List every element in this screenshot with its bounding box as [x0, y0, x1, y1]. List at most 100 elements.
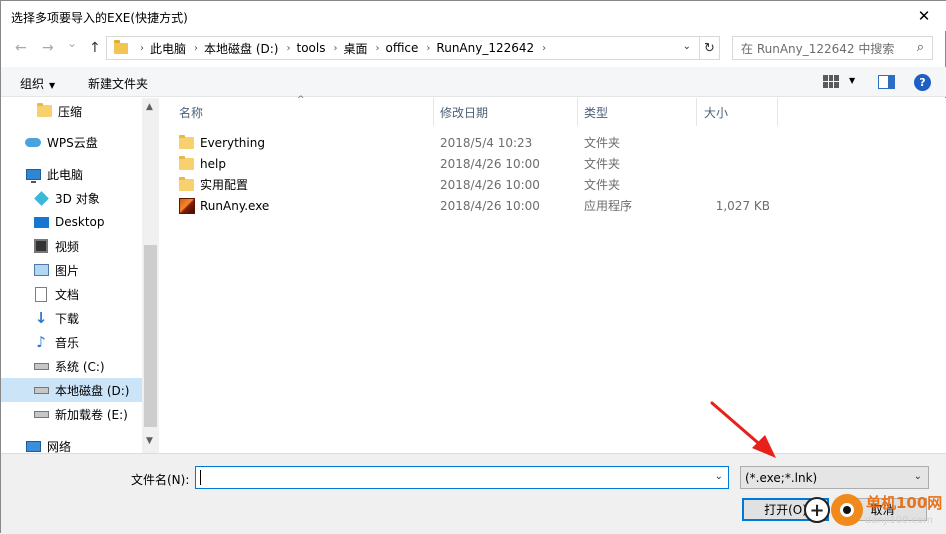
- sidebar-item-drive-e[interactable]: 新加载卷 (E:): [1, 402, 142, 426]
- address-bar[interactable]: › 此电脑 › 本地磁盘 (D:) › tools › 桌面 › office …: [106, 36, 700, 60]
- help-icon[interactable]: ?: [914, 74, 931, 91]
- filename-field[interactable]: ⌄: [195, 466, 729, 489]
- organize-button[interactable]: 组织 ▼: [20, 75, 55, 92]
- new-folder-button[interactable]: 新建文件夹: [88, 75, 148, 92]
- chevron-right-icon[interactable]: ›: [542, 43, 546, 54]
- sidebar-item-label: 网络: [47, 439, 72, 454]
- sidebar-item-desktop[interactable]: Desktop: [1, 210, 142, 234]
- sidebar-item-label: 系统 (C:): [55, 359, 105, 374]
- close-icon[interactable]: ✕: [901, 1, 946, 31]
- chevron-down-icon[interactable]: ⌄: [683, 41, 691, 52]
- disc-logo-icon: [831, 494, 863, 526]
- sidebar-item-videos[interactable]: 视频: [1, 234, 142, 258]
- chevron-right-icon[interactable]: ›: [375, 43, 379, 54]
- site-watermark: + 单机100网 danji100.com: [804, 491, 946, 534]
- sidebar-item-network[interactable]: 网络: [1, 434, 142, 453]
- chevron-down-icon[interactable]: ⌄: [715, 471, 723, 482]
- navigation-pane: 压缩 WPS云盘 此电脑 3D 对象 Desktop 视频 图片 文档 ↓ 下载…: [1, 98, 159, 453]
- breadcrumb-item[interactable]: tools: [296, 41, 325, 55]
- sidebar-item-downloads[interactable]: ↓ 下载: [1, 306, 142, 330]
- preview-pane-icon[interactable]: [878, 75, 895, 89]
- sidebar-item-label: 本地磁盘 (D:): [55, 383, 130, 398]
- chevron-right-icon[interactable]: ›: [286, 43, 290, 54]
- sidebar-item-documents[interactable]: 文档: [1, 282, 142, 306]
- chevron-down-icon: ⌄: [913, 471, 922, 482]
- file-name: RunAny.exe: [200, 198, 270, 213]
- organize-label: 组织: [20, 77, 45, 91]
- text-cursor: [200, 470, 201, 485]
- column-header-size[interactable]: 大小: [697, 98, 778, 126]
- sidebar-item-label: 新加载卷 (E:): [55, 407, 128, 422]
- file-type: 文件夹: [584, 178, 621, 192]
- file-date: 2018/4/26 10:00: [440, 156, 540, 171]
- file-row[interactable]: 实用配置 2018/4/26 10:00 文件夹: [159, 174, 946, 195]
- sidebar-item-label: 下载: [55, 311, 80, 326]
- forward-arrow-icon[interactable]: →: [42, 40, 54, 56]
- chevron-right-icon: ›: [140, 42, 144, 54]
- breadcrumb-item[interactable]: RunAny_122642: [436, 41, 534, 55]
- sidebar-item-label: 压缩: [58, 104, 83, 119]
- file-open-dialog: 选择多项要导入的EXE(快捷方式) ✕ ← → ⌄ ↑ › 此电脑 › 本地磁盘…: [0, 0, 946, 534]
- open-button-label: 打开(O): [764, 503, 807, 517]
- sidebar-item-label: 视频: [55, 239, 80, 254]
- scroll-down-icon[interactable]: ▼: [146, 436, 153, 446]
- sidebar-item-3d-objects[interactable]: 3D 对象: [1, 186, 142, 210]
- search-input[interactable]: 在 RunAny_122642 中搜索 ⌕: [732, 36, 933, 60]
- cloud-icon: [25, 134, 41, 150]
- file-row[interactable]: RunAny.exe 2018/4/26 10:00 应用程序 1,027 KB: [159, 195, 946, 216]
- column-header-date[interactable]: 修改日期: [434, 98, 578, 126]
- file-row[interactable]: help 2018/4/26 10:00 文件夹: [159, 153, 946, 174]
- back-arrow-icon[interactable]: ←: [15, 40, 27, 56]
- refresh-icon: ↻: [704, 40, 715, 56]
- chevron-right-icon[interactable]: ›: [194, 43, 198, 54]
- filetype-select[interactable]: (*.exe;*.lnk) ⌄: [740, 466, 929, 489]
- caret-down-icon: ▼: [49, 81, 56, 90]
- sidebar-scrollbar[interactable]: ▲ ▼: [142, 98, 159, 453]
- folder-icon: [36, 103, 52, 119]
- folder-icon: [179, 155, 194, 170]
- video-icon: [33, 238, 49, 254]
- file-date: 2018/4/26 10:00: [440, 177, 540, 192]
- scrollbar-thumb[interactable]: [144, 245, 157, 427]
- network-icon: [25, 438, 41, 453]
- breadcrumb-item[interactable]: 桌面: [343, 40, 367, 57]
- sidebar-item-this-pc[interactable]: 此电脑: [1, 162, 142, 186]
- title-bar: 选择多项要导入的EXE(快捷方式) ✕: [1, 1, 946, 31]
- search-placeholder: 在 RunAny_122642 中搜索: [741, 41, 895, 56]
- sidebar-item-label: 图片: [55, 263, 80, 278]
- scroll-up-icon[interactable]: ▲: [146, 102, 153, 112]
- breadcrumb-item[interactable]: 此电脑: [150, 40, 186, 57]
- sidebar-item-compress[interactable]: 压缩: [1, 99, 142, 123]
- picture-icon: [33, 262, 49, 278]
- breadcrumb-item[interactable]: 本地磁盘 (D:): [204, 40, 278, 57]
- column-header-name[interactable]: 名称: [159, 98, 434, 126]
- file-size: 1,027 KB: [715, 198, 770, 213]
- sidebar-item-label: WPS云盘: [47, 135, 98, 150]
- up-arrow-icon[interactable]: ↑: [89, 40, 101, 56]
- sidebar-item-label: 文档: [55, 287, 80, 302]
- breadcrumb-item[interactable]: office: [385, 41, 418, 55]
- download-icon: ↓: [34, 308, 48, 327]
- chevron-right-icon[interactable]: ›: [333, 43, 337, 54]
- refresh-button[interactable]: ↻: [700, 36, 720, 60]
- file-name: help: [200, 156, 226, 171]
- sidebar-item-wps-cloud[interactable]: WPS云盘: [1, 130, 142, 154]
- sidebar-item-pictures[interactable]: 图片: [1, 258, 142, 282]
- folder-icon: [179, 176, 194, 191]
- column-header-type[interactable]: 类型: [578, 98, 697, 126]
- sidebar-item-drive-c[interactable]: 系统 (C:): [1, 354, 142, 378]
- sidebar-item-drive-d[interactable]: 本地磁盘 (D:): [1, 378, 142, 402]
- recent-locations-icon[interactable]: ⌄: [67, 36, 77, 50]
- file-type: 文件夹: [584, 136, 621, 150]
- chevron-right-icon[interactable]: ›: [426, 43, 430, 54]
- sidebar-item-label: Desktop: [55, 215, 105, 229]
- view-options-icon[interactable]: [823, 75, 839, 88]
- sidebar-item-label: 3D 对象: [55, 191, 100, 206]
- sidebar-item-music[interactable]: ♪ 音乐: [1, 330, 142, 354]
- watermark-site-name: 单机100网: [866, 494, 943, 512]
- music-icon: ♪: [36, 332, 46, 351]
- drive-icon: [33, 406, 49, 422]
- caret-down-icon[interactable]: ▼: [849, 76, 855, 85]
- file-date: 2018/4/26 10:00: [440, 198, 540, 213]
- file-row[interactable]: Everything 2018/5/4 10:23 文件夹: [159, 132, 946, 153]
